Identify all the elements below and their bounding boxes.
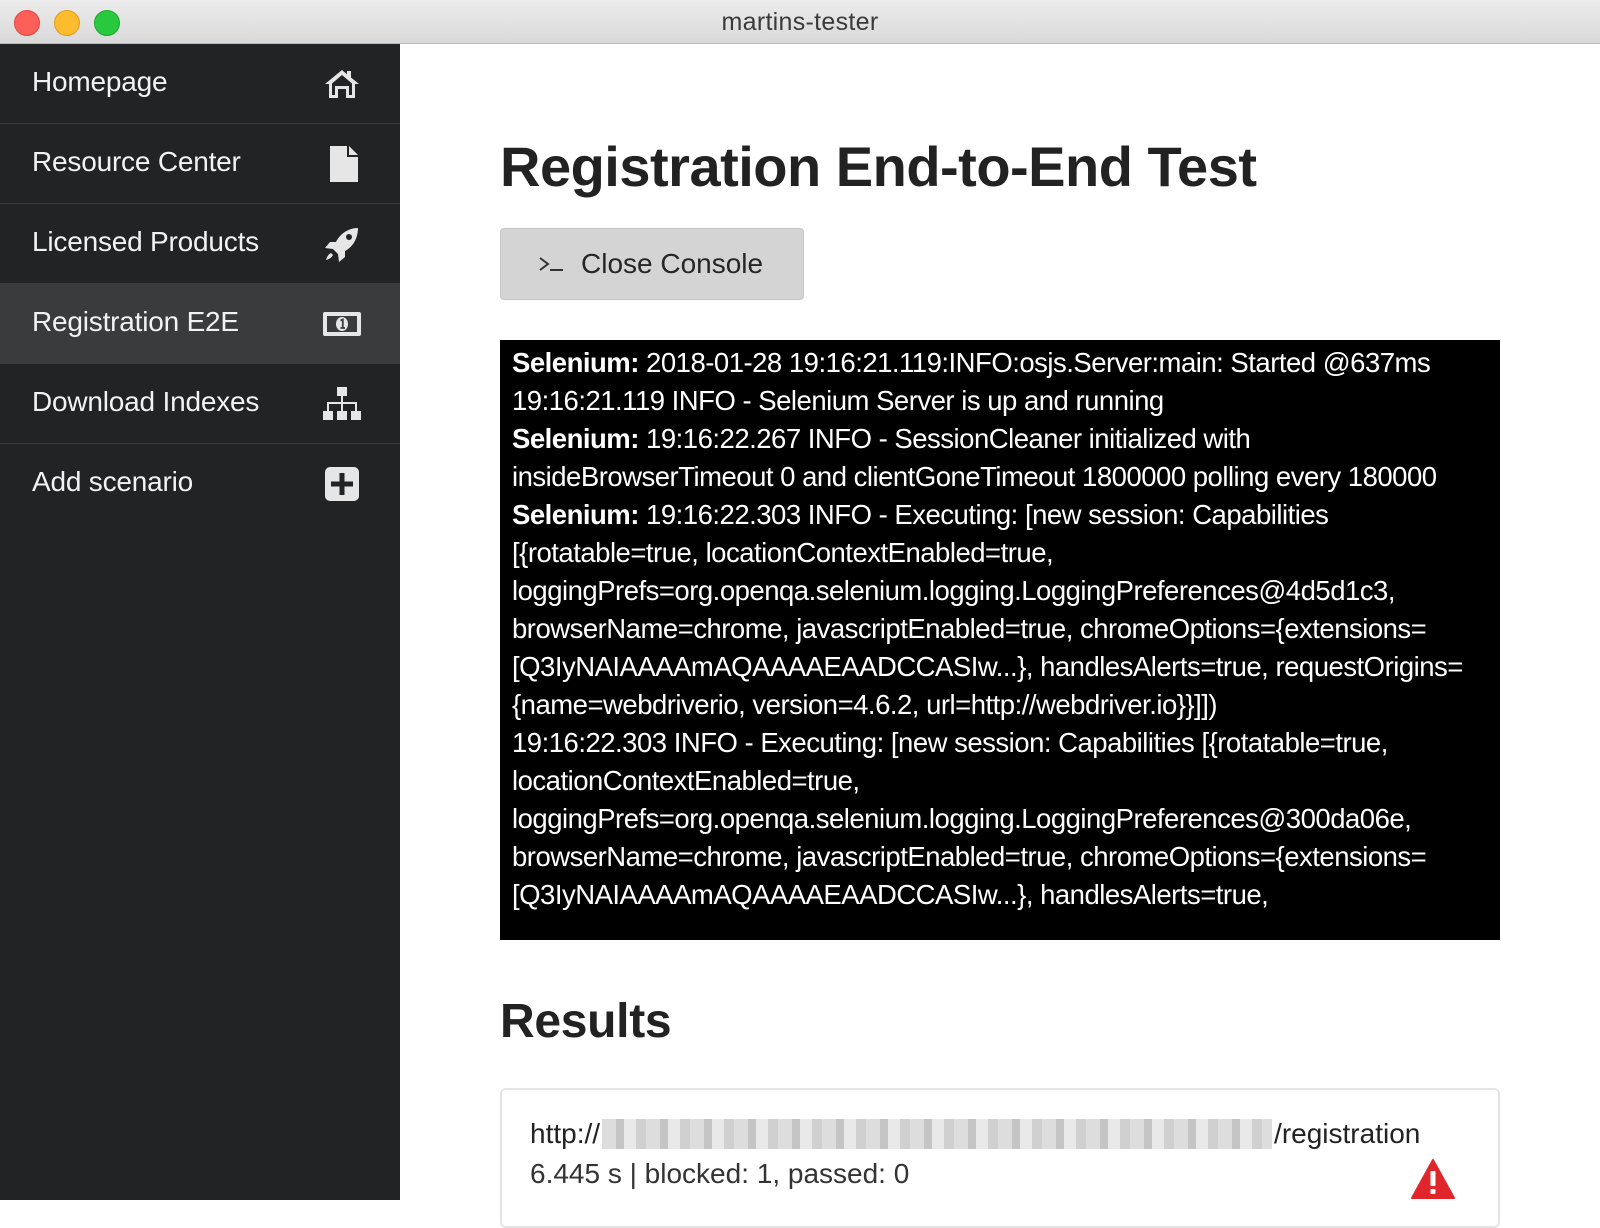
console-line-tag: Selenium: bbox=[512, 423, 639, 454]
console-line: 19:16:21.119 INFO - Selenium Server is u… bbox=[512, 382, 1488, 420]
result-url-suffix: /registration bbox=[1274, 1118, 1421, 1149]
console-line: Selenium: 19:16:22.267 INFO - SessionCle… bbox=[512, 420, 1488, 496]
sidebar-item-label: Homepage bbox=[32, 66, 168, 97]
console-line-text: 2018-01-28 19:16:21.119:INFO:osjs.Server… bbox=[638, 347, 1431, 378]
console-line: 19:16:22.303 INFO - Executing: [new sess… bbox=[512, 724, 1488, 914]
console-line-tag: Selenium: bbox=[512, 347, 639, 378]
sidebar-item-resource-center[interactable]: Resource Center bbox=[0, 124, 400, 204]
sidebar-item-label: Add scenario bbox=[32, 466, 194, 497]
sidebar: Homepage Resource Center Licensed Produc… bbox=[0, 44, 400, 1200]
close-console-label: Close Console bbox=[581, 248, 764, 279]
sidebar-item-label: Licensed Products bbox=[32, 226, 259, 257]
redacted-url-segment bbox=[602, 1119, 1273, 1149]
console-output[interactable]: Selenium: 2018-01-28 19:16:21.119:INFO:o… bbox=[500, 340, 1500, 940]
sidebar-item-download-indexes[interactable]: Download Indexes bbox=[0, 364, 400, 444]
sidebar-item-registration-e2e[interactable]: Registration E2E bbox=[0, 284, 400, 364]
result-url[interactable]: http:// /registration bbox=[530, 1118, 1420, 1150]
money-bill-icon bbox=[322, 304, 362, 344]
console-line: Selenium: 19:16:22.303 INFO - Executing:… bbox=[512, 496, 1488, 724]
main-content: Registration End-to-End Test Close Conso… bbox=[400, 44, 1600, 1228]
rocket-icon bbox=[322, 224, 362, 264]
app-window: martins-tester Homepage Resource Center … bbox=[0, 0, 1600, 1228]
title-bar: martins-tester bbox=[0, 0, 1600, 44]
console-line-text: 19:16:21.119 INFO - Selenium Server is u… bbox=[512, 385, 1164, 416]
console-line-text: 19:16:22.267 INFO - SessionCleaner initi… bbox=[512, 423, 1437, 492]
result-card[interactable]: http:// /registration 6.445 s | blocked:… bbox=[500, 1088, 1500, 1228]
terminal-icon bbox=[539, 257, 563, 271]
file-icon bbox=[322, 144, 362, 184]
sidebar-item-homepage[interactable]: Homepage bbox=[0, 44, 400, 124]
sidebar-item-label: Resource Center bbox=[32, 146, 241, 177]
sidebar-item-add-scenario[interactable]: Add scenario bbox=[0, 444, 400, 524]
close-console-button[interactable]: Close Console bbox=[500, 228, 804, 300]
console-line-text: 19:16:22.303 INFO - Executing: [new sess… bbox=[512, 727, 1427, 910]
sidebar-item-licensed-products[interactable]: Licensed Products bbox=[0, 204, 400, 284]
sidebar-item-label: Download Indexes bbox=[32, 386, 260, 417]
window-title: martins-tester bbox=[721, 8, 879, 36]
console-line-tag: Selenium: bbox=[512, 499, 639, 530]
console-line: Selenium: 2018-01-28 19:16:21.119:INFO:o… bbox=[512, 344, 1488, 382]
results-heading: Results bbox=[500, 995, 672, 1048]
result-url-prefix: http:// bbox=[530, 1118, 601, 1149]
home-icon bbox=[322, 64, 362, 104]
sidebar-item-label: Registration E2E bbox=[32, 306, 239, 337]
sitemap-icon bbox=[322, 384, 362, 424]
warning-icon bbox=[1411, 1159, 1455, 1199]
page-title: Registration End-to-End Test bbox=[500, 135, 1257, 198]
console-line-text: 19:16:22.303 INFO - Executing: [new sess… bbox=[512, 499, 1463, 720]
plus-square-icon bbox=[322, 464, 362, 504]
result-summary: 6.445 s | blocked: 1, passed: 0 bbox=[530, 1158, 910, 1189]
